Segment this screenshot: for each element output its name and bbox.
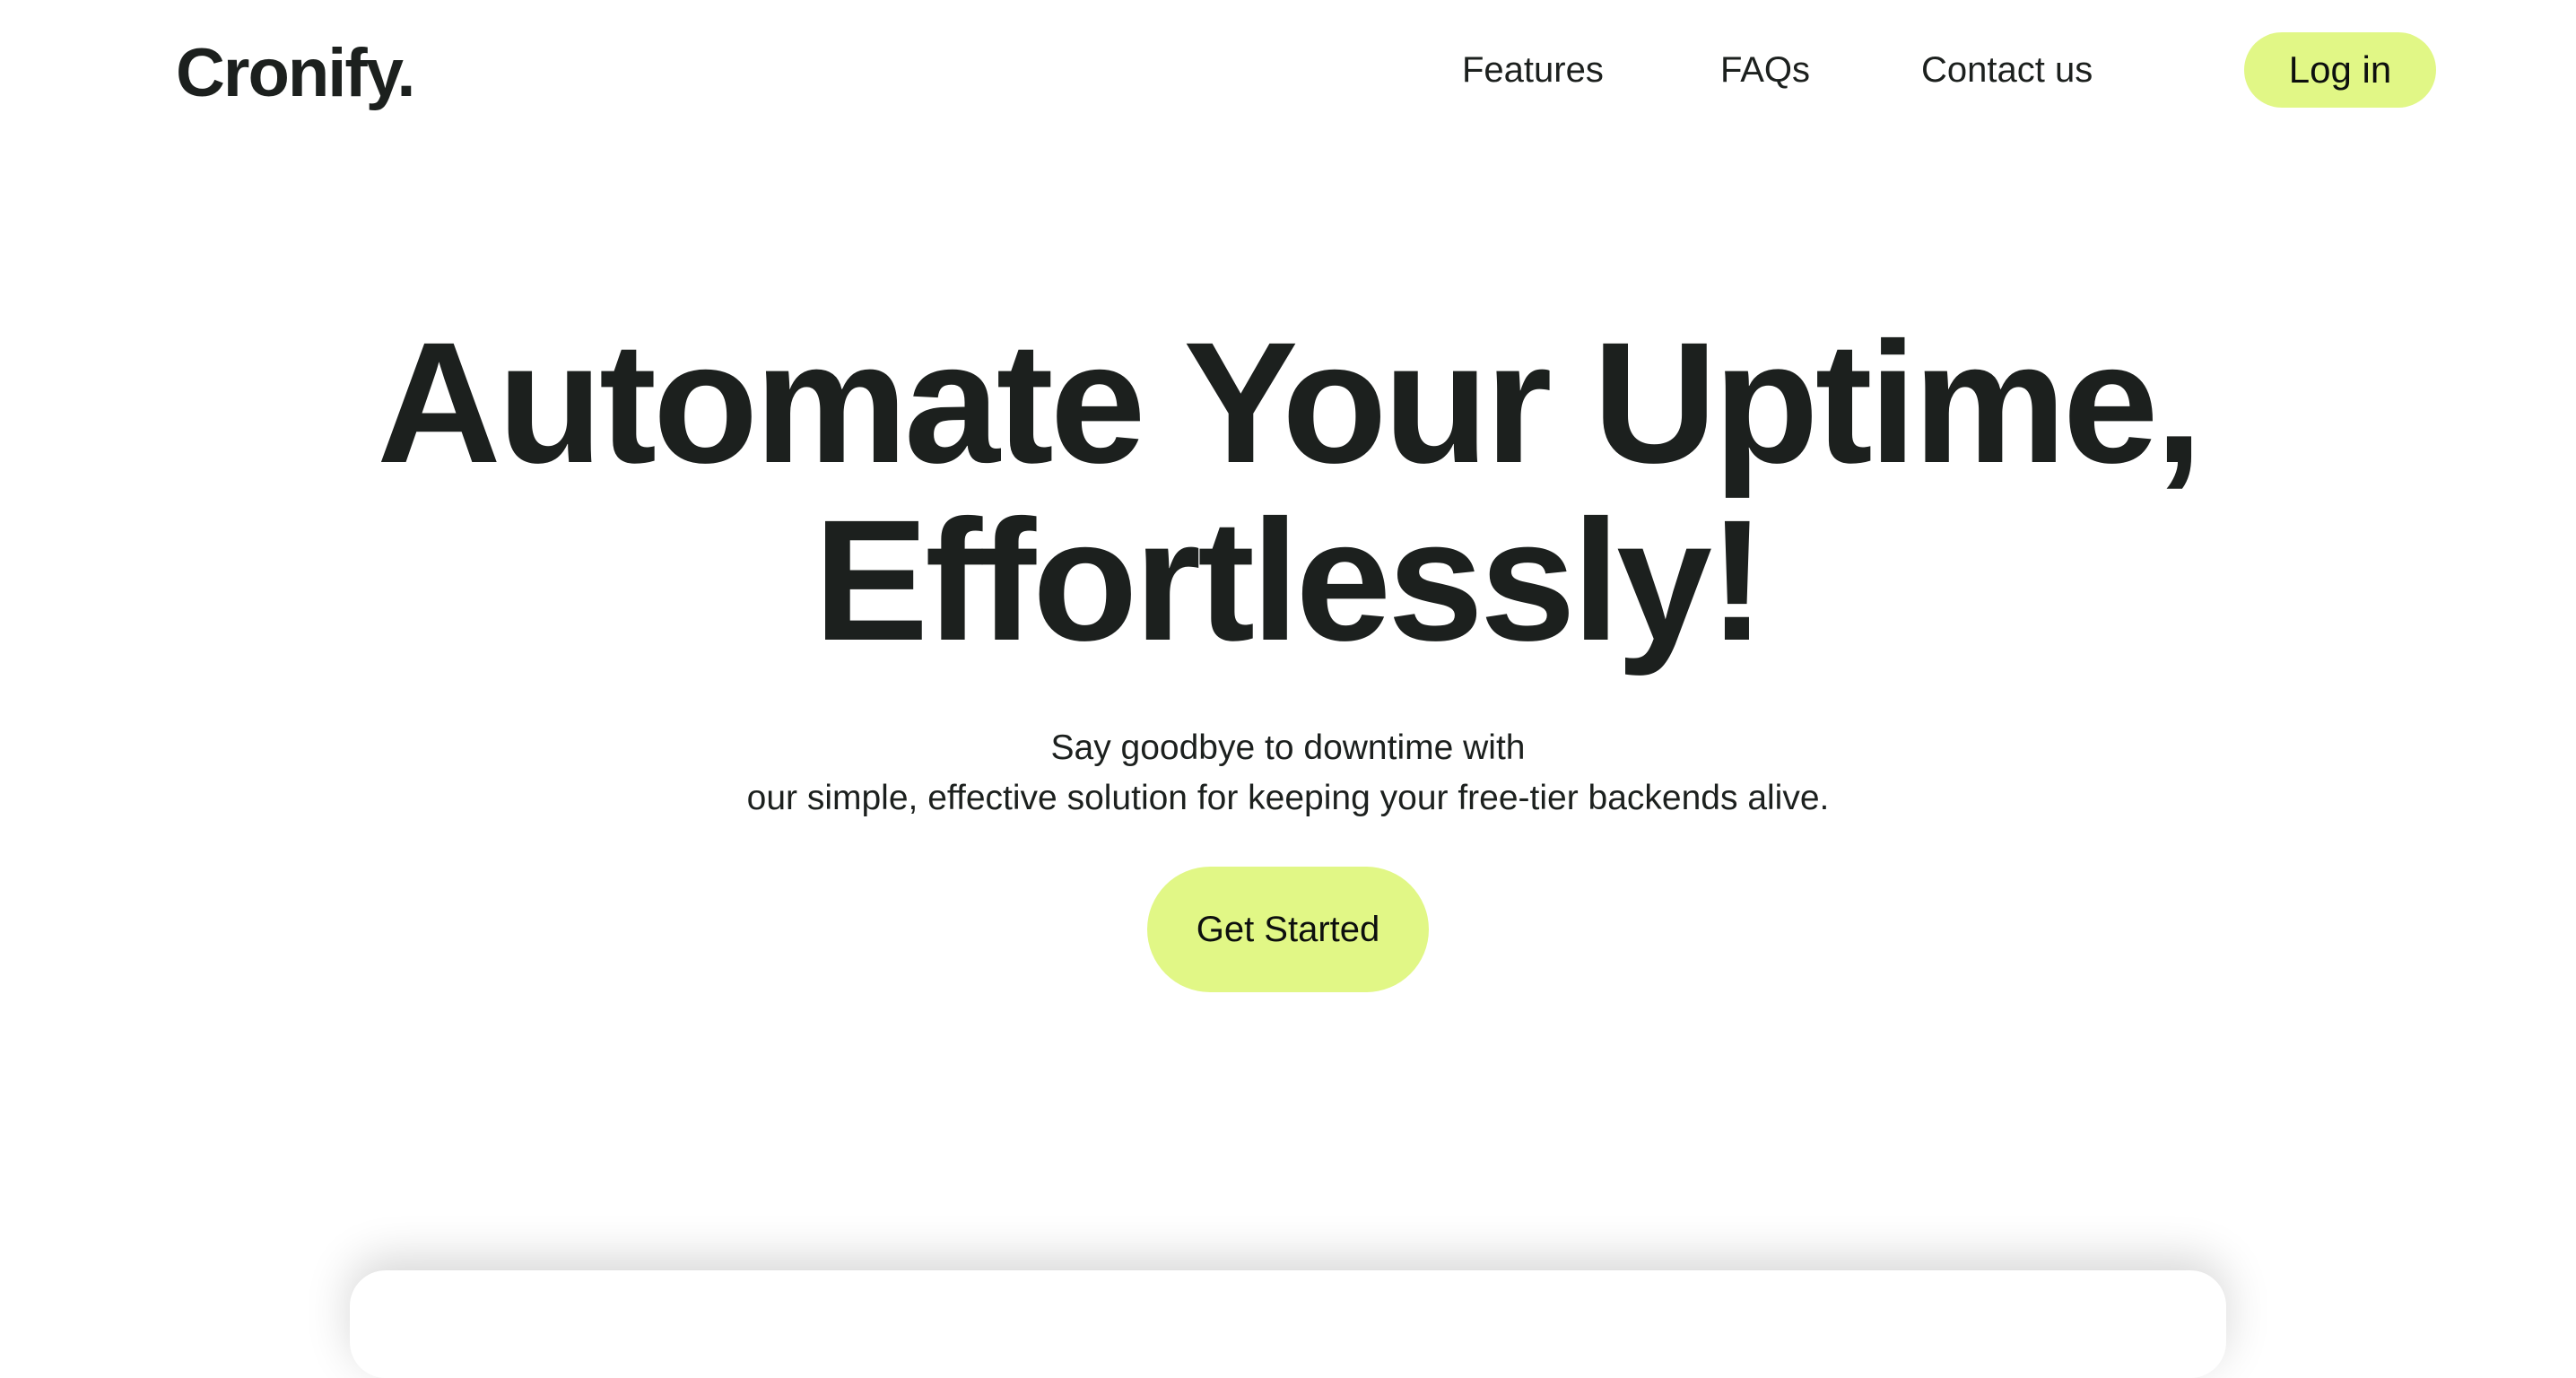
login-button[interactable]: Log in bbox=[2244, 32, 2436, 108]
hero-title: Automate Your Uptime, Effortlessly! bbox=[0, 314, 2576, 669]
hero-subtitle: Say goodbye to downtime with our simple,… bbox=[0, 723, 2576, 824]
nav-link-faqs[interactable]: FAQs bbox=[1720, 32, 1810, 108]
site-header: Cronify. Features FAQs Contact us Log in bbox=[0, 0, 2576, 144]
nav-link-features[interactable]: Features bbox=[1462, 32, 1604, 108]
hero-title-line-1: Automate Your Uptime, bbox=[377, 306, 2203, 499]
hero-subtitle-line-1: Say goodbye to downtime with bbox=[1050, 728, 1526, 767]
nav-link-contact-us[interactable]: Contact us bbox=[1921, 32, 2093, 108]
get-started-button[interactable]: Get Started bbox=[1147, 867, 1429, 992]
product-preview-card bbox=[350, 1270, 2226, 1378]
hero-subtitle-line-2: our simple, effective solution for keepi… bbox=[746, 779, 1830, 817]
cronify-logo[interactable]: Cronify. bbox=[176, 31, 415, 117]
hero-title-line-2: Effortlessly! bbox=[814, 484, 1766, 676]
